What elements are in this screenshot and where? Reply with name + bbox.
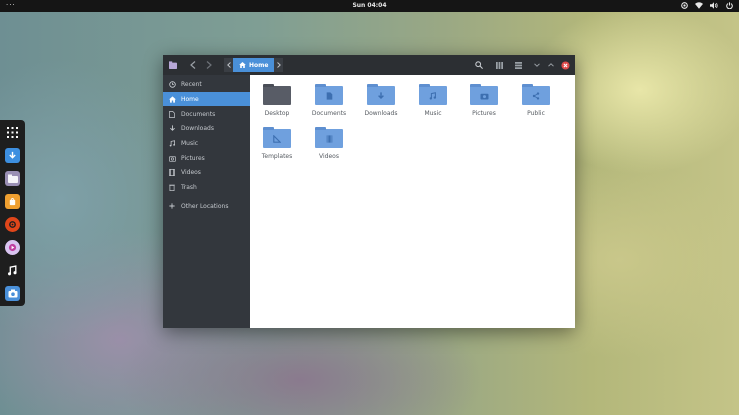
list-view-icon[interactable]	[493, 59, 505, 71]
sidebar-item-pictures[interactable]: Pictures	[163, 151, 250, 165]
top-bar: ··· Sun 04:04	[0, 0, 739, 12]
trash-icon	[168, 183, 176, 191]
file-label: Music	[424, 110, 442, 117]
file-item-videos[interactable]: Videos	[304, 118, 354, 180]
path-home-label: Home	[249, 61, 269, 69]
sidebar-item-recent[interactable]: Recent	[163, 77, 250, 91]
document-icon	[168, 110, 176, 118]
path-right-arrow[interactable]	[274, 58, 284, 72]
sidebar-item-label: Music	[181, 139, 199, 147]
path-home-button[interactable]: Home	[233, 58, 275, 72]
file-item-music[interactable]: Music	[408, 75, 458, 137]
sidebar-item-downloads[interactable]: Downloads	[163, 121, 250, 135]
search-icon[interactable]	[473, 59, 485, 71]
music-note-icon	[168, 139, 176, 147]
music-folder-icon	[419, 84, 447, 105]
file-label: Public	[527, 110, 545, 117]
dock	[0, 120, 25, 306]
settings-icon[interactable]	[5, 217, 20, 232]
file-manager-window: Home Recent Home Documents Downloads Mus…	[163, 55, 575, 328]
videos-folder-icon	[315, 127, 343, 148]
sidebar-item-label: Home	[181, 95, 199, 103]
sidebar-item-documents[interactable]: Documents	[163, 107, 250, 121]
file-label: Videos	[319, 153, 339, 160]
path-bar: Home	[224, 58, 284, 72]
system-tray[interactable]	[680, 1, 733, 9]
screenshot-icon[interactable]	[5, 286, 20, 301]
network-icon[interactable]	[680, 1, 688, 9]
file-label: Desktop	[264, 110, 290, 117]
desktop-folder-icon	[263, 84, 291, 105]
path-left-arrow[interactable]	[224, 58, 233, 72]
sidebar-item-label: Videos	[181, 168, 201, 176]
sidebar-item-music[interactable]: Music	[163, 136, 250, 150]
minimize-icon[interactable]	[531, 59, 543, 71]
file-item-templates[interactable]: Templates	[252, 118, 302, 180]
film-icon	[168, 168, 176, 176]
app-menu-icon[interactable]	[167, 59, 179, 71]
file-item-downloads[interactable]: Downloads	[356, 75, 406, 137]
back-button[interactable]	[187, 59, 199, 71]
camera-icon	[168, 154, 176, 162]
templates-folder-icon	[263, 127, 291, 148]
sidebar-item-trash[interactable]: Trash	[163, 180, 250, 194]
forward-button[interactable]	[203, 59, 215, 71]
file-label: Documents	[311, 110, 347, 117]
file-label: Pictures	[472, 110, 496, 117]
file-label: Templates	[261, 153, 293, 160]
file-label: Downloads	[364, 110, 398, 117]
documents-folder-icon	[315, 84, 343, 105]
header-bar: Home	[163, 55, 575, 75]
grid-view-icon[interactable]	[512, 59, 524, 71]
sidebar-item-label: Pictures	[181, 154, 205, 162]
sidebar-item-other-locations[interactable]: Other Locations	[163, 199, 250, 213]
sidebar-item-label: Recent	[181, 80, 202, 88]
download-icon	[168, 124, 176, 132]
home-icon	[168, 95, 176, 103]
maximize-icon[interactable]	[545, 59, 557, 71]
clock-icon	[168, 80, 176, 88]
software-center-icon[interactable]	[5, 194, 20, 209]
sidebar-item-label: Other Locations	[181, 202, 229, 210]
sidebar-item-videos[interactable]: Videos	[163, 165, 250, 179]
app-grid-icon[interactable]	[5, 125, 20, 140]
music-icon[interactable]	[5, 263, 20, 278]
power-icon[interactable]	[725, 1, 733, 9]
download-manager-icon[interactable]	[5, 148, 20, 163]
sidebar-item-label: Trash	[181, 183, 197, 191]
sidebar-item-home[interactable]: Home	[163, 92, 250, 106]
file-item-public[interactable]: Public	[511, 75, 561, 137]
sidebar-item-label: Documents	[181, 110, 216, 118]
wifi-icon[interactable]	[695, 1, 703, 9]
video-player-icon[interactable]	[5, 240, 20, 255]
sidebar-item-label: Downloads	[181, 124, 214, 132]
public-folder-icon	[522, 84, 550, 105]
file-item-pictures[interactable]: Pictures	[459, 75, 509, 137]
files-icon[interactable]	[5, 171, 20, 186]
downloads-folder-icon	[367, 84, 395, 105]
plus-icon	[168, 202, 176, 210]
file-icon-view: Desktop Documents Downloads Music Pictur…	[250, 75, 575, 328]
pictures-folder-icon	[470, 84, 498, 105]
clock[interactable]: Sun 04:04	[0, 2, 739, 9]
volume-icon[interactable]	[710, 1, 718, 9]
home-icon	[239, 62, 246, 68]
places-sidebar: Recent Home Documents Downloads Music Pi…	[163, 75, 250, 328]
close-icon[interactable]	[559, 59, 571, 71]
